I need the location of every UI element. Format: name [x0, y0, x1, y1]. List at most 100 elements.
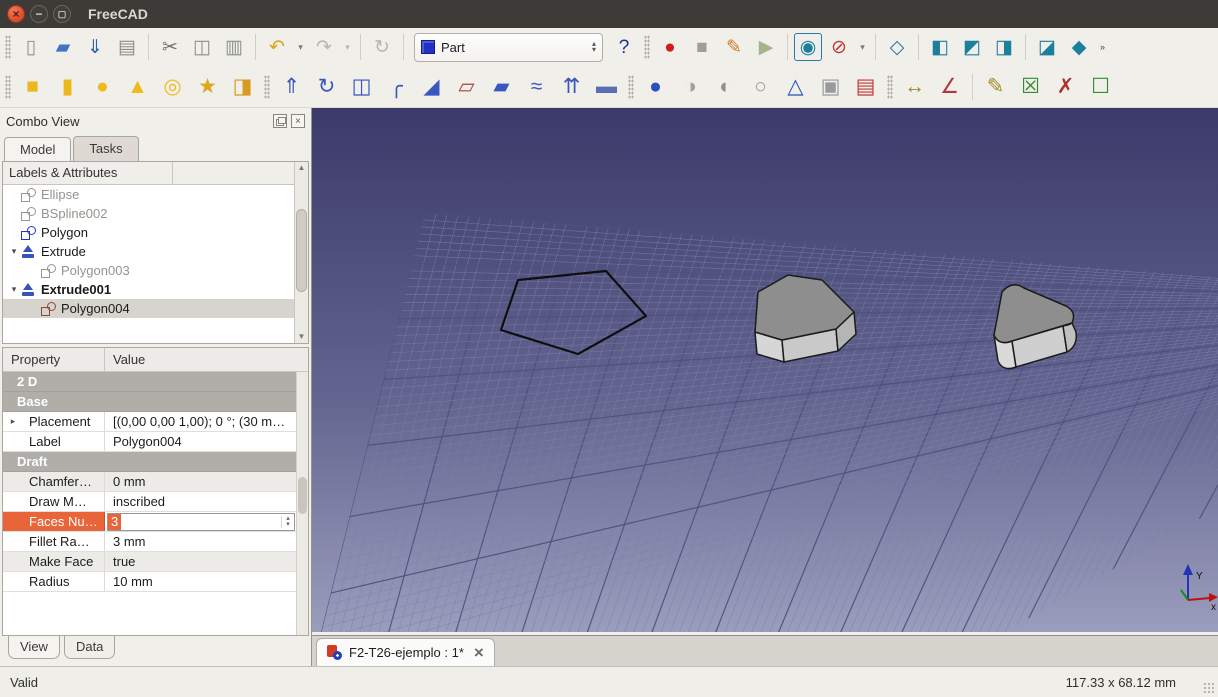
property-row-chamfer-[interactable]: Chamfer…0 mm: [3, 472, 296, 492]
view-front-button[interactable]: ◧: [925, 32, 955, 62]
property-value[interactable]: 3 mm: [105, 532, 296, 551]
property-value[interactable]: 10 mm: [105, 572, 296, 591]
mirror-button[interactable]: ◫: [345, 70, 378, 104]
chamfer-button[interactable]: ◢: [415, 70, 448, 104]
part-cone-button[interactable]: ▲: [121, 70, 154, 104]
view-rear-button[interactable]: ◪: [1032, 32, 1062, 62]
property-row-fillet-ra-[interactable]: Fillet Ra…3 mm: [3, 532, 296, 552]
part-box-button[interactable]: ■: [16, 70, 49, 104]
scroll-up-icon[interactable]: ▲: [295, 162, 308, 174]
scrollbar-thumb[interactable]: [298, 477, 307, 514]
toolbar-handle[interactable]: [887, 75, 893, 99]
property-value[interactable]: [(0,00 0,00 1,00); 0 °; (30 m…: [105, 412, 296, 431]
view-right-button[interactable]: ◨: [989, 32, 1019, 62]
save-document-button[interactable]: ⇓: [80, 32, 110, 62]
property-value[interactable]: inscribed: [105, 492, 296, 511]
tree-item-ellipse[interactable]: Ellipse: [3, 185, 294, 204]
scrollbar-thumb[interactable]: [296, 209, 307, 292]
property-row-draw-m-[interactable]: Draw M…inscribed: [3, 492, 296, 512]
view-bottom-button[interactable]: ◆: [1064, 32, 1094, 62]
revolve-button[interactable]: ↻: [310, 70, 343, 104]
tree-item-polygon[interactable]: Polygon: [3, 223, 294, 242]
property-row-radius[interactable]: Radius10 mm: [3, 572, 296, 592]
copy-button[interactable]: ◫: [187, 32, 217, 62]
extrude-button[interactable]: ⇑: [275, 70, 308, 104]
whats-this-button[interactable]: ?: [609, 32, 639, 62]
resize-grip[interactable]: [1203, 682, 1216, 695]
shape-builder-button[interactable]: ◨: [226, 70, 259, 104]
expand-arrow-icon[interactable]: ▸: [7, 416, 19, 427]
tree-item-polygon004[interactable]: Polygon004: [3, 299, 294, 318]
macro-record-button[interactable]: ●: [655, 32, 685, 62]
toolbar-handle[interactable]: [5, 75, 11, 99]
tree-item-bspline002[interactable]: BSpline002: [3, 204, 294, 223]
property-row-placement[interactable]: ▸Placement[(0,00 0,00 1,00); 0 °; (30 m…: [3, 412, 296, 432]
measure-refresh-button[interactable]: ✎: [979, 70, 1012, 104]
boolean-common-button[interactable]: ◐: [709, 70, 742, 104]
property-row-faces-nu-[interactable]: Faces Nu…3▴▾: [3, 512, 296, 532]
cut-button[interactable]: ✂: [155, 32, 185, 62]
measure-toggle-3d-button[interactable]: ✗: [1049, 70, 1082, 104]
faces-number-input[interactable]: 3▴▾: [107, 513, 295, 531]
undo-more-button[interactable]: ▾: [294, 32, 307, 62]
toolbar-handle[interactable]: [628, 75, 634, 99]
tree-item-extrude[interactable]: ▾Extrude: [3, 242, 294, 261]
window-minimize-button[interactable]: −: [30, 5, 48, 23]
boolean-section-button[interactable]: ○: [744, 70, 777, 104]
measure-angular-button[interactable]: ∠: [933, 70, 966, 104]
property-scrollbar[interactable]: [296, 372, 308, 635]
toolbar-handle[interactable]: [5, 35, 11, 59]
tree-item-extrude001[interactable]: ▾Extrude001: [3, 280, 294, 299]
3d-viewport[interactable]: Y x: [312, 108, 1218, 635]
tree-collapse-icon[interactable]: ▾: [7, 246, 21, 257]
property-value[interactable]: true: [105, 552, 296, 571]
offset-button[interactable]: ▬: [590, 70, 623, 104]
draw-style-more-button[interactable]: ▾: [856, 32, 869, 62]
open-document-button[interactable]: ▰: [48, 32, 78, 62]
macro-edit-button[interactable]: ✎: [719, 32, 749, 62]
view-top-button[interactable]: ◩: [957, 32, 987, 62]
workbench-selector[interactable]: Part ▴▾: [414, 33, 603, 62]
document-tab[interactable]: F2-T26-ejemplo : 1* ×: [316, 638, 495, 666]
window-close-button[interactable]: ×: [7, 5, 25, 23]
macro-stop-button[interactable]: ■: [687, 32, 717, 62]
draw-style-button[interactable]: ⊘: [824, 32, 854, 62]
sweep-button[interactable]: ⇈: [555, 70, 588, 104]
spinner-arrows-icon[interactable]: ▴▾: [281, 516, 294, 528]
property-value[interactable]: Polygon004: [105, 432, 296, 451]
fit-all-button[interactable]: ◉: [794, 33, 822, 61]
panel-float-icon[interactable]: [273, 114, 287, 128]
new-document-button[interactable]: ▯: [16, 32, 46, 62]
macro-execute-button[interactable]: ▶: [751, 32, 781, 62]
fillet-button[interactable]: ╭: [380, 70, 413, 104]
part-sphere-button[interactable]: ●: [86, 70, 119, 104]
view-axonometric-button[interactable]: ◇: [882, 32, 912, 62]
3d-view-canvas[interactable]: Y x: [312, 108, 1218, 632]
refresh-button[interactable]: ↻: [367, 32, 397, 62]
undo-button[interactable]: ↶: [262, 32, 292, 62]
defeaturing-button[interactable]: ▣: [814, 70, 847, 104]
tree-scrollbar[interactable]: ▲ ▼: [294, 162, 308, 343]
tree-collapse-icon[interactable]: ▾: [7, 284, 21, 295]
property-row-label[interactable]: LabelPolygon004: [3, 432, 296, 452]
property-value[interactable]: 0 mm: [105, 472, 296, 491]
measure-toggle-all-button[interactable]: ☒: [1014, 70, 1047, 104]
measure-toggle-delta-button[interactable]: ☐: [1084, 70, 1117, 104]
workbench-spinner[interactable]: ▴▾: [592, 41, 596, 53]
ruled-surface-button[interactable]: ▰: [485, 70, 518, 104]
paste-button[interactable]: ▥: [219, 32, 249, 62]
scroll-down-icon[interactable]: ▼: [295, 331, 308, 343]
boolean-union-button[interactable]: ●: [639, 70, 672, 104]
cross-sections-button[interactable]: ▤: [849, 70, 882, 104]
part-cylinder-button[interactable]: ▮: [51, 70, 84, 104]
measure-linear-button[interactable]: ↔: [898, 70, 931, 104]
panel-close-icon[interactable]: ×: [291, 114, 305, 128]
check-geometry-button[interactable]: △: [779, 70, 812, 104]
redo-button[interactable]: ↷: [309, 32, 339, 62]
window-maximize-button[interactable]: ▢: [53, 5, 71, 23]
print-button[interactable]: ▤: [112, 32, 142, 62]
part-torus-button[interactable]: ◎: [156, 70, 189, 104]
tree-item-polygon003[interactable]: Polygon003: [3, 261, 294, 280]
toolbar-overflow-button[interactable]: »: [1096, 32, 1109, 62]
tab-close-icon[interactable]: ×: [474, 646, 484, 660]
